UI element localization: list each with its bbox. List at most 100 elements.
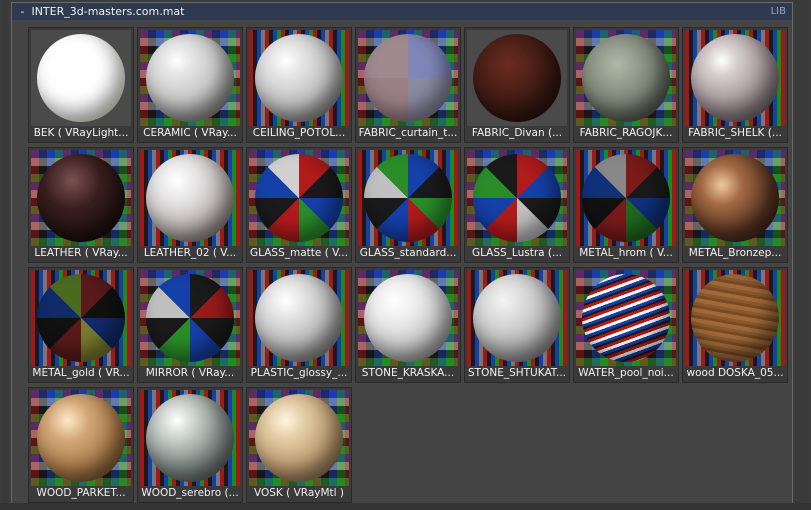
material-label: GLASS_matte ( V... <box>250 247 348 259</box>
material-preview <box>685 30 785 126</box>
material-preview <box>685 270 785 366</box>
material-slot[interactable]: WOOD_PARKET... <box>28 387 134 503</box>
material-slot[interactable]: METAL_gold ( VR... <box>28 267 134 383</box>
material-label: STONE_KRASKA... <box>361 367 455 379</box>
material-sphere <box>255 154 343 242</box>
material-slot[interactable]: CERAMIC ( VRay... <box>137 27 243 143</box>
material-sphere <box>582 34 670 122</box>
material-preview <box>358 270 458 366</box>
material-slot[interactable]: GLASS_Lustra (... <box>464 147 570 263</box>
library-titlebar[interactable]: - INTER_3d-masters.com.mat LIB <box>12 3 792 20</box>
material-preview <box>467 270 567 366</box>
material-preview <box>576 150 676 246</box>
material-label: BEK ( VRayLight... <box>33 127 129 139</box>
material-sphere <box>37 394 125 482</box>
material-label: PLASTIC_glossy_... <box>250 367 348 379</box>
material-sphere <box>255 394 343 482</box>
material-slot[interactable]: MIRROR ( VRay... <box>137 267 243 383</box>
material-preview <box>576 270 676 366</box>
material-slot[interactable]: STONE_KRASKA... <box>355 267 461 383</box>
material-slot[interactable]: wood DOSKA_05... <box>682 267 788 383</box>
material-slot[interactable]: METAL_hrom ( V... <box>573 147 679 263</box>
material-sphere <box>255 274 343 362</box>
lib-label: LIB <box>770 6 786 17</box>
material-slot[interactable]: PLASTIC_glossy_... <box>246 267 352 383</box>
material-sphere <box>364 154 452 242</box>
material-label: GLASS_standard... <box>359 247 457 259</box>
bottom-strip <box>0 503 811 510</box>
material-slot[interactable]: BEK ( VRayLight... <box>28 27 134 143</box>
material-sphere <box>582 154 670 242</box>
material-preview <box>140 390 240 486</box>
material-preview <box>358 150 458 246</box>
material-preview <box>31 390 131 486</box>
material-preview <box>140 150 240 246</box>
material-label: METAL_gold ( VR... <box>32 367 130 379</box>
material-sphere <box>473 274 561 362</box>
right-scroll-area[interactable] <box>795 0 809 510</box>
material-sphere <box>37 34 125 122</box>
material-label: CEILING_POTOL... <box>252 127 346 139</box>
left-edge <box>2 0 8 510</box>
material-preview <box>31 30 131 126</box>
material-label: GLASS_Lustra (... <box>471 247 563 259</box>
material-preview <box>31 150 131 246</box>
material-sphere <box>473 154 561 242</box>
material-sphere <box>691 34 779 122</box>
material-slot[interactable]: FABRIC_Divan (... <box>464 27 570 143</box>
material-preview <box>467 30 567 126</box>
material-preview <box>249 270 349 366</box>
material-sphere <box>146 274 234 362</box>
library-title: - INTER_3d-masters.com.mat <box>17 5 185 18</box>
material-slot[interactable]: FABRIC_SHELK (... <box>682 27 788 143</box>
material-label: CERAMIC ( VRay... <box>143 127 237 139</box>
material-sphere <box>691 274 779 362</box>
material-label: LEATHER_02 ( V... <box>143 247 237 259</box>
material-preview <box>249 390 349 486</box>
material-label: METAL_hrom ( V... <box>579 247 673 259</box>
material-label: STONE_SHTUKAT... <box>468 367 566 379</box>
material-slot[interactable]: FABRIC_curtain_t... <box>355 27 461 143</box>
material-slot[interactable]: METAL_Bronzep... <box>682 147 788 263</box>
material-slot[interactable]: CEILING_POTOL... <box>246 27 352 143</box>
material-preview <box>140 30 240 126</box>
material-preview <box>249 30 349 126</box>
material-sphere <box>146 394 234 482</box>
material-sphere <box>364 34 452 122</box>
material-label: WOOD_serebro (... <box>141 487 239 499</box>
material-label: VOSK ( VRayMtl ) <box>253 487 344 499</box>
material-slot[interactable]: LEATHER ( VRay... <box>28 147 134 263</box>
material-sphere <box>473 34 561 122</box>
material-slot[interactable]: VOSK ( VRayMtl ) <box>246 387 352 503</box>
material-label: FABRIC_RAGOJK... <box>579 127 673 139</box>
material-sphere <box>691 154 779 242</box>
material-sphere <box>37 274 125 362</box>
material-slot[interactable]: GLASS_matte ( V... <box>246 147 352 263</box>
material-sphere <box>255 34 343 122</box>
material-label: METAL_Bronzep... <box>688 247 782 259</box>
material-label: FABRIC_curtain_t... <box>358 127 458 139</box>
material-label: LEATHER ( VRay... <box>34 247 128 259</box>
material-preview <box>576 30 676 126</box>
material-preview <box>685 150 785 246</box>
material-label: FABRIC_Divan (... <box>471 127 563 139</box>
material-slot[interactable]: FABRIC_RAGOJK... <box>573 27 679 143</box>
material-preview <box>249 150 349 246</box>
material-library-panel: - INTER_3d-masters.com.mat LIB BEK ( VRa… <box>11 2 793 504</box>
material-sphere <box>146 154 234 242</box>
material-grid: BEK ( VRayLight... CERAMIC ( VRay... CEILI… <box>12 22 792 503</box>
material-slot[interactable]: STONE_SHTUKAT... <box>464 267 570 383</box>
material-slot[interactable]: WATER_pool_noi... <box>573 267 679 383</box>
material-sphere <box>364 274 452 362</box>
material-preview <box>467 150 567 246</box>
material-sphere <box>37 154 125 242</box>
material-slot[interactable]: LEATHER_02 ( V... <box>137 147 243 263</box>
material-preview <box>31 270 131 366</box>
material-slot[interactable]: WOOD_serebro (... <box>137 387 243 503</box>
material-label: MIRROR ( VRay... <box>145 367 235 379</box>
material-preview <box>140 270 240 366</box>
material-slot[interactable]: GLASS_standard... <box>355 147 461 263</box>
material-label: wood DOSKA_05... <box>686 367 784 379</box>
material-label: FABRIC_SHELK (... <box>688 127 782 139</box>
material-sphere <box>146 34 234 122</box>
